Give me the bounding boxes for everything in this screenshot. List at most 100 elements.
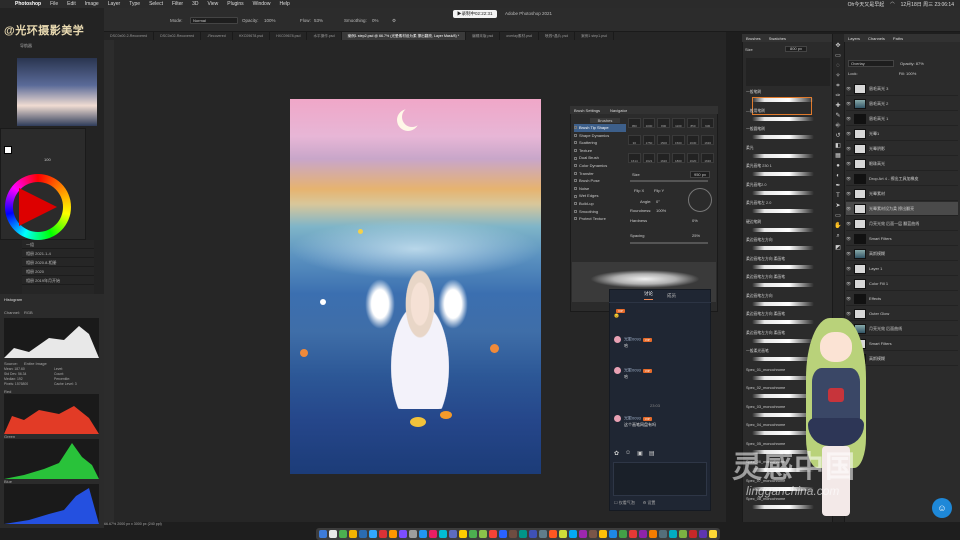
- size-slider[interactable]: [630, 180, 708, 182]
- eye-icon[interactable]: 👁: [846, 176, 851, 181]
- brush-preset[interactable]: 柔边画笔左方向 柔画笔: [746, 257, 832, 262]
- checkbox[interactable]: [574, 202, 577, 206]
- layer-name[interactable]: 月亮光效 后面曲线: [869, 326, 902, 332]
- image-icon[interactable]: ▣: [637, 450, 643, 457]
- brush-tip[interactable]: 1620: [657, 152, 670, 163]
- fill-value[interactable]: 100%: [906, 71, 916, 76]
- dock-app-icon[interactable]: [349, 530, 357, 538]
- layer-row[interactable]: 👁 Effects: [846, 292, 958, 306]
- brush-tip[interactable]: 1500: [657, 135, 670, 146]
- document-tab[interactable]: 案例1 step2.psd @ 66.7% (光晕素材设为柔 擦出翻亮, Lay…: [341, 32, 467, 40]
- tab-navigator[interactable]: Navigator: [610, 108, 627, 113]
- spacing-label[interactable]: Spacing: [630, 233, 644, 238]
- brush-setting-item[interactable]: Protect Texture: [574, 215, 626, 223]
- move-tool-icon[interactable]: ✥: [834, 42, 842, 50]
- mode-select[interactable]: Normal: [190, 17, 238, 24]
- layer-name[interactable]: 高斯模糊: [869, 251, 885, 257]
- brush-preset[interactable]: —般用笔刷: [746, 109, 832, 114]
- eye-icon[interactable]: 👁: [846, 221, 851, 226]
- layer-row[interactable]: 👁 眉毛高光 3: [846, 82, 958, 96]
- eye-icon[interactable]: 👁: [846, 296, 851, 301]
- layer-name[interactable]: 光晕1: [869, 131, 879, 137]
- brush-preset[interactable]: 柔光: [746, 146, 832, 151]
- menu-image[interactable]: Image: [85, 1, 99, 7]
- opacity-value[interactable]: 100%: [264, 18, 276, 23]
- flower-icon[interactable]: ✿: [614, 450, 619, 457]
- layer-thumbnail[interactable]: [854, 278, 866, 289]
- layer-thumbnail[interactable]: [854, 143, 866, 154]
- flow-value[interactable]: 53%: [314, 18, 323, 23]
- checkbox[interactable]: [574, 187, 577, 191]
- checkbox[interactable]: [574, 171, 577, 175]
- tab-paths[interactable]: Paths: [893, 36, 903, 41]
- healing-brush-icon[interactable]: ✚: [834, 102, 842, 110]
- layer-row[interactable]: 👁 眉毛高光 2: [846, 97, 958, 111]
- chat-nick[interactable]: 光影0093: [624, 416, 641, 421]
- brush-setting-item[interactable]: Scattering: [574, 139, 626, 147]
- dock-app-icon[interactable]: [689, 530, 697, 538]
- layer-name[interactable]: 光晕素材设为柔 擦出翻亮: [869, 206, 914, 212]
- eye-icon[interactable]: 👁: [846, 131, 851, 136]
- blur-tool-icon[interactable]: ●: [834, 162, 842, 170]
- dock-app-icon[interactable]: [319, 530, 327, 538]
- brush-preset[interactable]: 一般圆笔刷: [746, 127, 832, 132]
- eye-icon[interactable]: 👁: [846, 146, 851, 151]
- chat-bubble-icon[interactable]: ☺: [932, 498, 952, 518]
- menu-view[interactable]: View: [208, 1, 219, 7]
- layer-thumbnail[interactable]: [854, 248, 866, 259]
- channel-select[interactable]: RGB: [24, 310, 33, 315]
- layer-name[interactable]: Layer 1: [869, 266, 882, 271]
- brush-tip[interactable]: 1630: [701, 135, 714, 146]
- brush-tip[interactable]: 1500: [672, 135, 685, 146]
- dock-app-icon[interactable]: [329, 530, 337, 538]
- dock-app-icon[interactable]: [669, 530, 677, 538]
- brush-preset[interactable]: 柔边画笔左方向: [746, 238, 832, 243]
- list-item[interactable]: 相册 2020.8-相册: [22, 258, 94, 267]
- layer-name[interactable]: Effects: [869, 296, 881, 301]
- marquee-tool-icon[interactable]: ▭: [834, 52, 842, 60]
- brush-tip[interactable]: 30: [628, 135, 641, 146]
- eye-icon[interactable]: 👁: [846, 236, 851, 241]
- dock-app-icon[interactable]: [699, 530, 707, 538]
- gradient-tool-icon[interactable]: ▦: [834, 152, 842, 160]
- brush-preset[interactable]: 硬边笔刷: [746, 220, 832, 225]
- layer-row[interactable]: 👁 眼珠高光: [846, 157, 958, 171]
- layer-thumbnail[interactable]: [854, 233, 866, 244]
- dock-app-icon[interactable]: [569, 530, 577, 538]
- tab-discussion[interactable]: 讨论: [644, 291, 653, 300]
- brush-tip[interactable]: 930: [701, 118, 714, 128]
- document-tab[interactable]: 喷溅+晶片.psd: [539, 32, 576, 40]
- checkbox[interactable]: [574, 141, 577, 145]
- dock-app-icon[interactable]: [449, 530, 457, 538]
- brush-preset[interactable]: 柔光画笔 230 1: [746, 164, 832, 169]
- layer-name[interactable]: 眉毛高光 3: [869, 86, 888, 92]
- layer-thumbnail[interactable]: [854, 83, 866, 94]
- foreground-swatch[interactable]: [4, 146, 12, 154]
- brush-size-value[interactable]: 800 px: [785, 46, 807, 52]
- layer-name[interactable]: Drop Art 4 - 擦出工具加橡皮: [869, 176, 919, 182]
- eye-icon[interactable]: 👁: [846, 191, 851, 196]
- dock-app-icon[interactable]: [589, 530, 597, 538]
- roundness-value[interactable]: 100%: [656, 208, 666, 213]
- bubble-only-toggle[interactable]: ☐ 仅看气泡: [614, 500, 635, 506]
- avatar[interactable]: [614, 336, 621, 343]
- layer-row[interactable]: 👁 月亮光效 后面一层 翻蓝曲线: [846, 217, 958, 231]
- layer-thumbnail[interactable]: [854, 158, 866, 169]
- recent-brushes[interactable]: [746, 58, 830, 86]
- menu-select[interactable]: Select: [149, 1, 163, 7]
- brush-preset[interactable]: 一般笔刷: [746, 90, 832, 95]
- chat-settings[interactable]: ⚙ 设置: [643, 500, 656, 506]
- document-tab[interactable]: 水平操作.psd: [307, 32, 342, 40]
- brush-setting-item[interactable]: Build-up: [574, 200, 626, 208]
- brush-setting-item[interactable]: Texture: [574, 147, 626, 155]
- menu-help[interactable]: Help: [279, 1, 289, 7]
- navigator-thumbnail[interactable]: [17, 58, 97, 126]
- hardness-value[interactable]: 0%: [692, 218, 698, 223]
- checkbox[interactable]: [574, 126, 577, 130]
- shape-tool-icon[interactable]: ▭: [834, 212, 842, 220]
- eye-icon[interactable]: 👁: [846, 116, 851, 121]
- layer-name[interactable]: 月亮光效 后面一层 翻蓝曲线: [869, 221, 919, 227]
- eye-icon[interactable]: 👁: [846, 251, 851, 256]
- dock-app-icon[interactable]: [649, 530, 657, 538]
- layer-thumbnail[interactable]: [854, 188, 866, 199]
